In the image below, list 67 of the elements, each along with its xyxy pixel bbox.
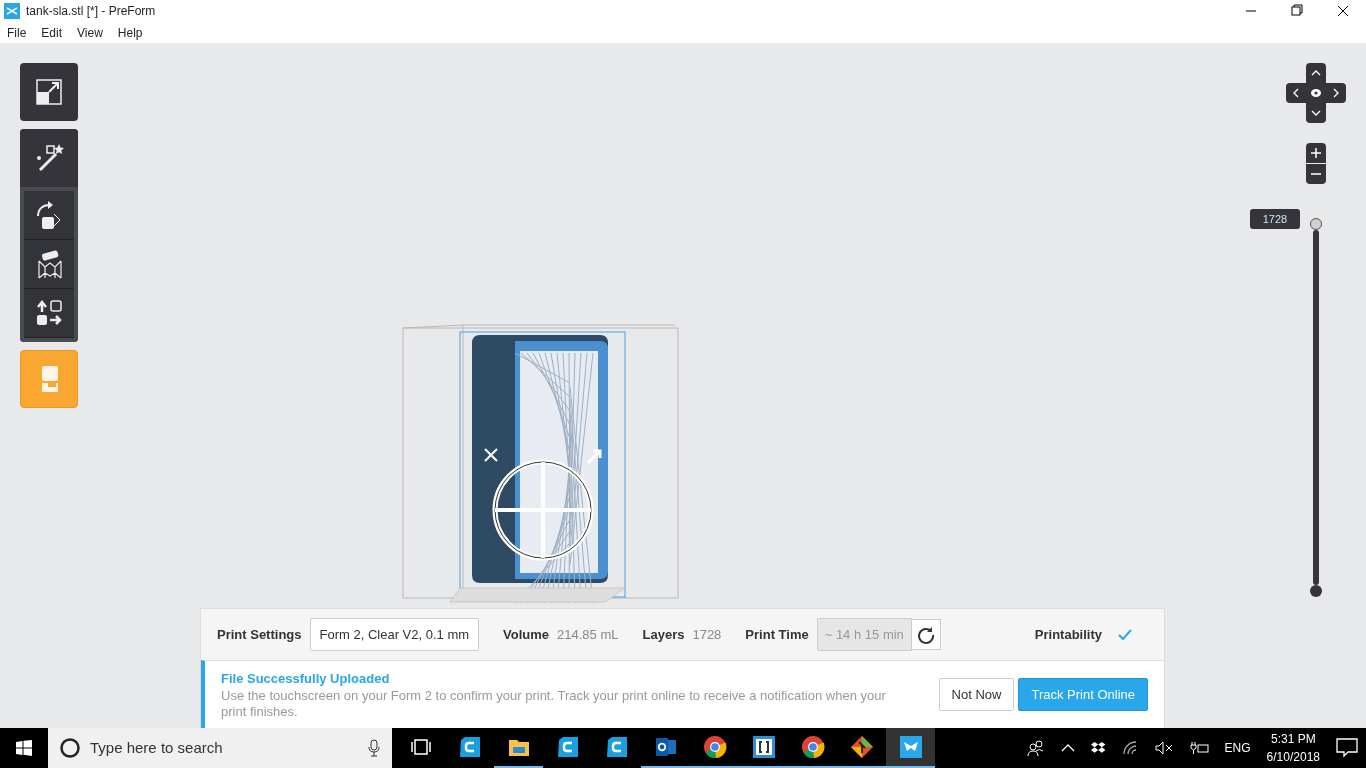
mail-app-icon xyxy=(653,735,678,759)
pan-right-button[interactable] xyxy=(1326,83,1346,103)
pan-down-button[interactable] xyxy=(1306,103,1326,123)
eye-icon xyxy=(1311,89,1321,97)
notification-title: File Successfully Uploaded xyxy=(221,669,391,688)
print-time-label: Print Time xyxy=(745,625,809,644)
not-now-button[interactable]: Not Now xyxy=(938,677,1015,712)
dropbox-icon[interactable] xyxy=(1090,741,1107,755)
taskbar-app-button[interactable] xyxy=(886,728,935,768)
butterfly-app-icon xyxy=(898,735,923,759)
volume-label: Volume xyxy=(503,625,550,644)
layer-number-label: 1728 xyxy=(1250,209,1300,229)
notifications-icon[interactable] xyxy=(1336,738,1358,758)
minus-icon xyxy=(1311,173,1321,175)
pan-up-button[interactable] xyxy=(1306,63,1326,83)
browser-icon xyxy=(800,735,825,759)
windows-logo-icon xyxy=(16,740,32,756)
chevron-up-icon[interactable] xyxy=(1060,743,1075,753)
browser-icon xyxy=(702,735,727,759)
fit-to-view-icon xyxy=(34,77,64,107)
zoom-out-button[interactable] xyxy=(1306,164,1326,184)
search-field[interactable]: Type here to search xyxy=(48,728,392,768)
cortana-circle-icon xyxy=(60,738,80,758)
app-logo-icon xyxy=(4,3,20,19)
tool-button[interactable] xyxy=(24,240,74,289)
people-icon[interactable] xyxy=(1026,740,1045,756)
volume-value: 214.85 mL xyxy=(557,625,619,644)
printability-label: Printability xyxy=(1034,625,1102,644)
clock-date[interactable]: 6/10/2018 xyxy=(1266,748,1320,766)
c-letter-app-icon xyxy=(555,735,580,759)
menu-item[interactable]: Edit xyxy=(34,23,71,42)
tool-button[interactable] xyxy=(24,191,74,240)
brackets-app-icon xyxy=(751,735,776,759)
microphone-icon[interactable] xyxy=(368,739,380,757)
c-letter-app-icon xyxy=(457,735,482,759)
refresh-button[interactable] xyxy=(911,619,941,650)
zoom-in-button[interactable] xyxy=(1306,143,1326,163)
layers-value: 1728 xyxy=(692,625,722,644)
c-letter-app-icon xyxy=(604,735,629,759)
chevron-up-icon xyxy=(1311,70,1321,76)
magic-wand-icon xyxy=(34,143,64,173)
clock-time[interactable]: 5:31 PM xyxy=(1266,730,1320,748)
tool-button[interactable] xyxy=(24,289,74,338)
muted-speaker-icon[interactable] xyxy=(1154,741,1173,755)
chevron-down-icon xyxy=(1311,110,1321,116)
battery-plug-icon[interactable] xyxy=(1188,741,1209,755)
plus-icon xyxy=(1311,148,1321,158)
print-settings-field[interactable]: Form 2, Clear V2, 0.1 mm xyxy=(309,617,480,652)
slider-thumb[interactable] xyxy=(1310,218,1322,230)
notification-message: Use the touchscreen on your Form 2 to confirm your print. Track your print online to receive a notification when your print finishes. xyxy=(221,688,887,721)
chevron-right-icon xyxy=(1333,88,1339,98)
menu-item[interactable]: View xyxy=(70,23,111,42)
refresh-icon xyxy=(916,625,935,644)
tool-button[interactable] xyxy=(20,63,78,121)
layout-shapes-icon xyxy=(34,298,64,328)
menu-item[interactable]: Help xyxy=(110,23,151,42)
layers-label: Layers xyxy=(642,625,685,644)
wifi-icon[interactable] xyxy=(1122,741,1139,755)
menu-item[interactable]: File xyxy=(0,23,35,42)
chevron-left-icon xyxy=(1293,88,1299,98)
language-indicator[interactable]: ENG xyxy=(1224,739,1251,757)
slider-end-knob xyxy=(1310,585,1322,597)
print-settings-label: Print Settings xyxy=(217,625,302,644)
print-time-field: ~ 14 h 15 min xyxy=(816,617,912,652)
window-title: tank-sla.stl [*] - PreForm xyxy=(26,3,156,20)
diamond-app-icon xyxy=(849,735,874,759)
pan-left-button[interactable] xyxy=(1286,83,1306,103)
